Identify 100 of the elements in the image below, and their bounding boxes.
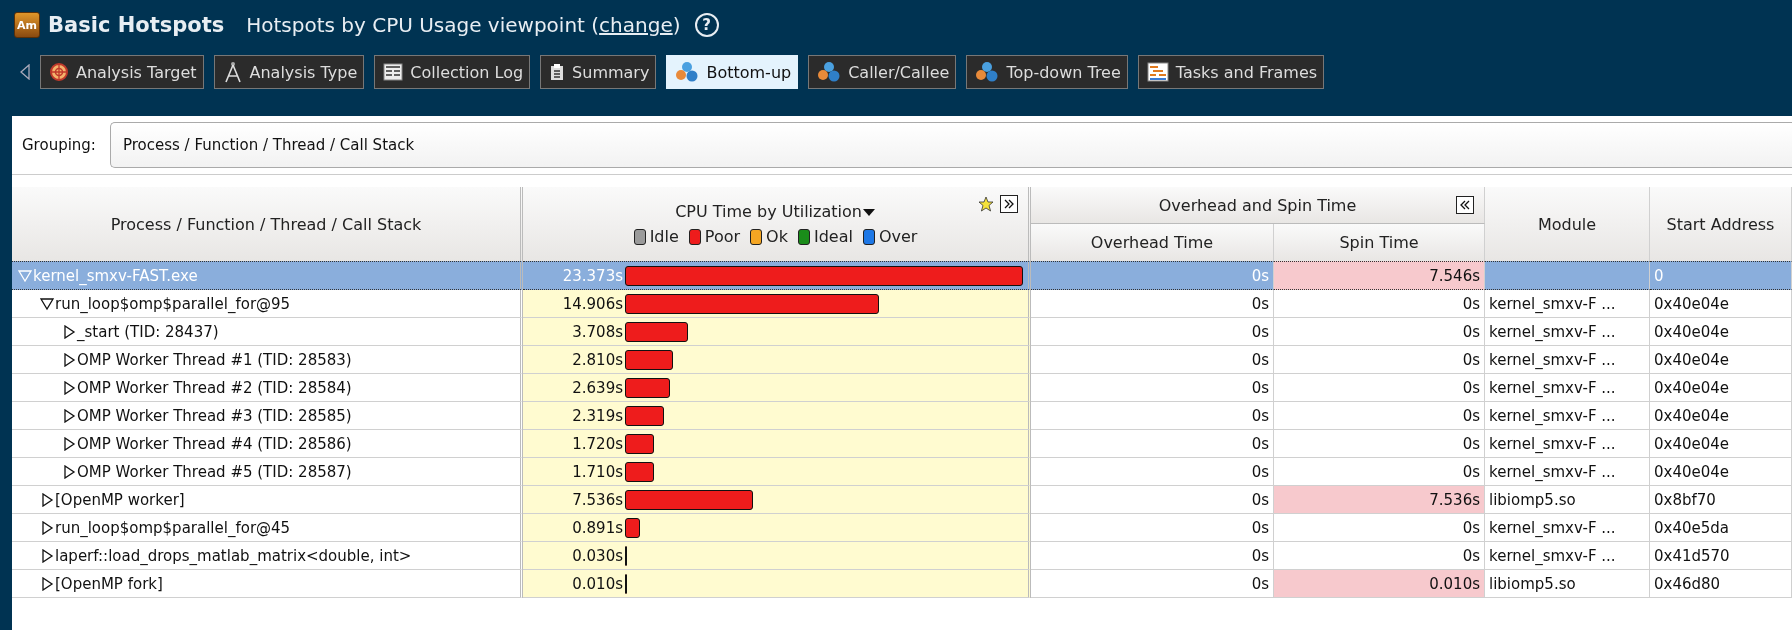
collapsed-triangle-icon[interactable]: [40, 548, 54, 563]
compass-icon: [222, 61, 243, 83]
collapsed-triangle-icon[interactable]: [62, 408, 76, 423]
change-link[interactable]: change: [599, 13, 673, 37]
table-cell: kernel_smxv-F ...: [1485, 346, 1650, 374]
cpu-time-bar: [625, 405, 665, 426]
table-cell: 0s: [1031, 430, 1274, 458]
table-cell: 0s: [1031, 570, 1274, 598]
viewpoint-text: Hotspots by CPU Usage viewpoint (change): [246, 13, 681, 37]
cpu-time-value: 2.639s: [571, 378, 623, 397]
collapsed-triangle-icon[interactable]: [62, 464, 76, 479]
cpu-time-value: 0.891s: [571, 518, 623, 537]
legend-label: Poor: [704, 227, 741, 246]
table-cell: 0x40e04e: [1650, 290, 1792, 318]
table-cell: 0s: [1274, 346, 1485, 374]
cpu-time-bar: [625, 433, 655, 454]
tab[interactable]: Bottom-up: [666, 55, 799, 89]
column-header[interactable]: Start Address: [1650, 187, 1792, 261]
column-header[interactable]: Module: [1485, 187, 1650, 261]
table-cell: 0x40e04e: [1650, 374, 1792, 402]
cpu-time-value: 2.319s: [571, 406, 623, 425]
table-cell: 0s: [1031, 402, 1274, 430]
help-icon[interactable]: ?: [694, 13, 719, 37]
sort-down-icon: [861, 207, 876, 217]
expanded-triangle-icon[interactable]: [40, 296, 54, 311]
collapsed-triangle-icon[interactable]: [62, 352, 76, 367]
window-title: Basic Hotspots: [48, 13, 225, 37]
cpu-time-value: 0.010s: [571, 574, 623, 593]
table-cell: 7.546s: [1274, 261, 1485, 290]
table-cell: kernel_smxv-F ...: [1485, 374, 1650, 402]
table-cell: kernel_smxv-F ...: [1485, 430, 1650, 458]
table-cell: 0s: [1274, 290, 1485, 318]
collapsed-triangle-icon[interactable]: [40, 520, 54, 535]
cpu-time-value: 14.906s: [561, 294, 623, 313]
table-cell: 0x46d80: [1650, 570, 1792, 598]
target-icon: [49, 62, 69, 82]
tab[interactable]: Caller/Callee: [808, 55, 957, 89]
legend-label: Ok: [766, 227, 788, 246]
tab[interactable]: Collection Log: [374, 55, 531, 89]
collapsed-triangle-icon[interactable]: [62, 436, 76, 451]
table-cell: libiomp5.so: [1485, 486, 1650, 514]
app-logo: Am: [14, 12, 40, 38]
spheres-icon: [675, 61, 700, 83]
cpu-time-value: 1.710s: [571, 462, 623, 481]
tab[interactable]: Top-down Tree: [966, 55, 1128, 89]
grouping-label: Grouping:: [22, 136, 96, 154]
cpu-time-value: 23.373s: [561, 266, 623, 285]
column-group-title: Overhead and Spin Time: [1158, 195, 1357, 215]
legend-label: Over: [878, 227, 918, 246]
table-cell: 0: [1650, 261, 1792, 290]
star-icon[interactable]: [978, 196, 994, 212]
table-cell: 0s: [1274, 430, 1485, 458]
table-cell: 0x40e04e: [1650, 458, 1792, 486]
collapse-columns-icon[interactable]: [1456, 196, 1474, 214]
column-header[interactable]: CPU Time by Utilization: [675, 202, 876, 221]
tab[interactable]: Tasks and Frames: [1137, 55, 1325, 89]
collapsed-triangle-icon[interactable]: [62, 380, 76, 395]
table-cell: 0s: [1274, 318, 1485, 346]
tab[interactable]: Analysis Type: [213, 55, 365, 89]
tab[interactable]: Analysis Target: [40, 55, 204, 89]
column-header[interactable]: Overhead Time: [1031, 224, 1274, 261]
table-cell: 0s: [1274, 402, 1485, 430]
cpu-time-bar: [625, 349, 673, 370]
cpu-time-value: 0.030s: [571, 546, 623, 565]
table-cell: kernel_smxv-F ...: [1485, 542, 1650, 570]
table-cell: 7.536s: [1274, 486, 1485, 514]
table-cell: libiomp5.so: [1485, 570, 1650, 598]
table-cell: 0s: [1031, 318, 1274, 346]
clipboard-icon: [549, 63, 566, 81]
legend-label: Ideal: [813, 227, 853, 246]
expand-columns-icon[interactable]: [1000, 195, 1018, 213]
cpu-time-bar: [625, 321, 689, 342]
frames-icon: [1146, 62, 1169, 82]
table-cell: 0s: [1031, 261, 1274, 290]
legend-label: Idle: [649, 227, 679, 246]
collapsed-triangle-icon[interactable]: [62, 324, 76, 339]
cpu-time-value: 2.810s: [571, 350, 623, 369]
tab[interactable]: Summary: [540, 55, 657, 89]
table-cell: 0s: [1274, 374, 1485, 402]
table-cell: 0x8bf70: [1650, 486, 1792, 514]
scroll-left-icon[interactable]: [20, 64, 30, 80]
table-cell: 0s: [1031, 458, 1274, 486]
collapsed-triangle-icon[interactable]: [40, 576, 54, 591]
table-cell: kernel_smxv-F ...: [1485, 290, 1650, 318]
column-header[interactable]: Spin Time: [1274, 224, 1485, 261]
cpu-time-bar: [625, 377, 670, 398]
table-cell: 0.010s: [1274, 570, 1485, 598]
collapsed-triangle-icon[interactable]: [40, 492, 54, 507]
table-cell: 0s: [1031, 374, 1274, 402]
table-cell: 0x40e04e: [1650, 402, 1792, 430]
cpu-time-bar: [625, 461, 655, 482]
table-cell: 0x40e04e: [1650, 430, 1792, 458]
table-cell: 0x40e04e: [1650, 318, 1792, 346]
spheres-icon: [975, 61, 1000, 83]
table-cell: kernel_smxv-F ...: [1485, 514, 1650, 542]
column-header[interactable]: Process / Function / Thread / Call Stack: [12, 187, 523, 261]
grouping-dropdown[interactable]: Process / Function / Thread / Call Stack: [109, 122, 1792, 168]
cpu-time-value: 3.708s: [571, 322, 623, 341]
table-cell: 0x40e5da: [1650, 514, 1792, 542]
table-cell: kernel_smxv-F ...: [1485, 458, 1650, 486]
